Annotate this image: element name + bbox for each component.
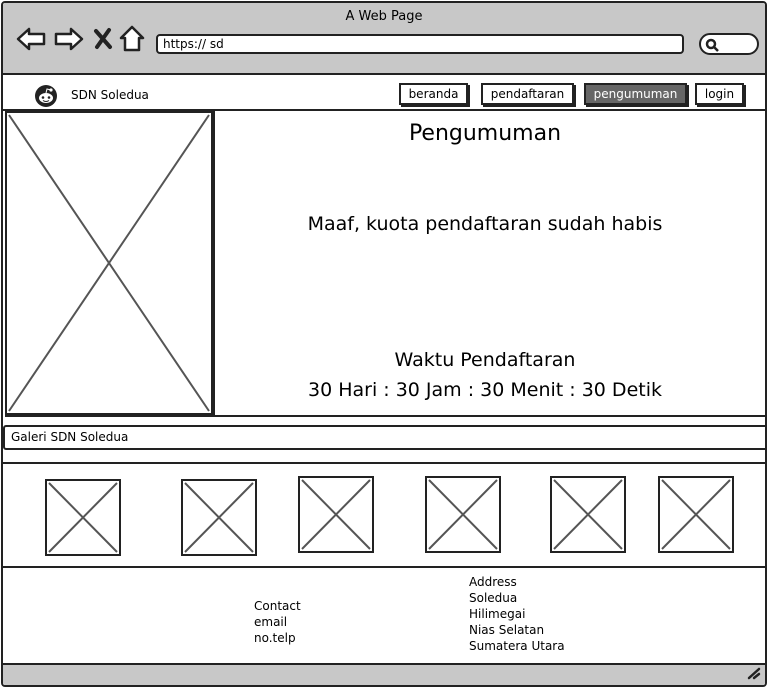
- menu-beranda-button[interactable]: beranda: [399, 83, 468, 105]
- footer-address-line: Soledua: [469, 591, 518, 605]
- browser-titlebar: A Web Page https:// sd: [3, 3, 765, 75]
- menu-login-button[interactable]: login: [695, 83, 744, 105]
- menu-pengumuman-button[interactable]: pengumuman: [584, 83, 687, 105]
- back-arrow-icon[interactable]: [15, 25, 47, 57]
- search-icon: [705, 37, 719, 56]
- menu-pendaftaran-button[interactable]: pendaftaran: [481, 83, 574, 105]
- gallery-image-5[interactable]: [550, 476, 626, 553]
- footer-address-line: Sumatera Utara: [469, 639, 565, 653]
- gallery-image-4[interactable]: [425, 476, 501, 553]
- announcement-section: Pengumuman Maaf, kuota pendaftaran sudah…: [5, 111, 765, 417]
- search-box[interactable]: [699, 33, 759, 55]
- footer-contact-heading: Contact: [254, 599, 301, 613]
- registration-time-label: Waktu Pendaftaran: [394, 349, 576, 371]
- gallery-row: [3, 462, 765, 568]
- gallery-image-3[interactable]: [298, 476, 374, 553]
- footer-contact: Contact email no.telp: [254, 598, 301, 646]
- forward-arrow-icon[interactable]: [53, 25, 85, 57]
- site-header: SDN Soledua beranda pendaftaran pengumum…: [3, 75, 765, 111]
- resize-grip-icon[interactable]: [745, 665, 761, 684]
- site-name: SDN Soledua: [71, 88, 149, 102]
- close-x-icon[interactable]: [92, 25, 114, 57]
- footer-phone: no.telp: [254, 631, 296, 645]
- footer-address: Address Soledua Hilimegai Nias Selatan S…: [469, 574, 565, 654]
- countdown-timer: 30 Hari : 30 Jam : 30 Menit : 30 Detik: [308, 379, 662, 401]
- reddit-alien-icon: [34, 84, 58, 112]
- page-title: Pengumuman: [408, 121, 562, 146]
- window-title: A Web Page: [345, 9, 423, 24]
- browser-window: A Web Page https:// sd SDN Soledua beran…: [1, 1, 767, 687]
- image-placeholder: [5, 111, 215, 415]
- gallery-title: Galeri SDN Soledua: [3, 425, 765, 450]
- url-field[interactable]: https:// sd: [156, 34, 684, 54]
- gallery-image-2[interactable]: [181, 479, 257, 556]
- footer-address-line: Hilimegai: [469, 607, 526, 621]
- browser-statusbar: [3, 663, 765, 685]
- footer-address-line: Nias Selatan: [469, 623, 545, 637]
- home-icon[interactable]: [118, 25, 146, 57]
- footer-email: email: [254, 615, 288, 629]
- gallery-image-6[interactable]: [658, 476, 734, 553]
- footer-address-heading: Address: [469, 575, 517, 589]
- gallery-image-1[interactable]: [45, 479, 121, 556]
- announcement-message: Maaf, kuota pendaftaran sudah habis: [307, 213, 663, 235]
